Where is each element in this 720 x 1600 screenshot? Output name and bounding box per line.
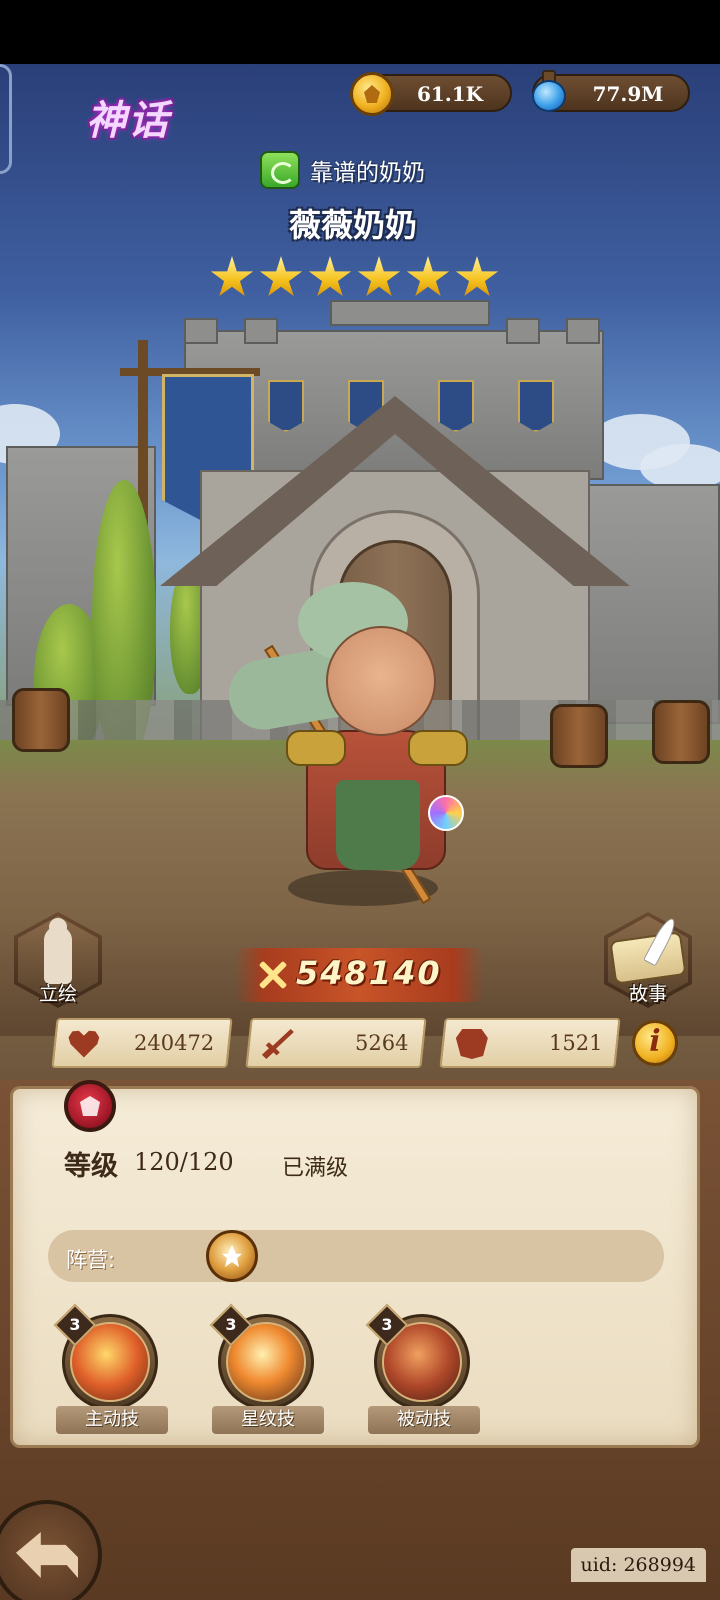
- left-edge-frame: [0, 64, 12, 174]
- portrait-icon: [44, 918, 72, 984]
- barrel: [550, 704, 608, 768]
- class-icon: [260, 151, 300, 189]
- star-icon: [406, 256, 450, 297]
- hero-head: [326, 626, 436, 736]
- star-icon: [455, 256, 499, 297]
- lollipop: [428, 795, 464, 831]
- wall-banner: [518, 380, 554, 432]
- uid-label: uid: 268994: [570, 1548, 706, 1582]
- info-button[interactable]: i: [632, 1020, 678, 1066]
- gold-coin-icon: [350, 72, 394, 116]
- star-icon: [308, 256, 352, 297]
- shield-icon: [456, 1029, 488, 1059]
- combat-power-value: 548140: [296, 954, 442, 992]
- hp-stat: 240472: [51, 1018, 233, 1068]
- defense-value: 1521: [548, 1031, 602, 1055]
- wall-banner: [438, 380, 474, 432]
- faction-badge-icon: [64, 1080, 116, 1132]
- star-icon: [357, 256, 401, 297]
- gold-value: 61.1K: [416, 82, 484, 106]
- attack-value: 5264: [354, 1031, 408, 1055]
- barrel: [652, 700, 710, 764]
- portrait-label: 立绘: [38, 983, 77, 1005]
- star-skill[interactable]: 3 星纹技: [209, 1303, 324, 1442]
- hero-figure[interactable]: [223, 580, 508, 920]
- camp-label: 阵营:: [66, 1248, 116, 1272]
- crossed-swords-icon: [256, 958, 290, 992]
- hp-value: 240472: [133, 1031, 214, 1055]
- camp-row: [48, 1230, 664, 1282]
- level-status: 已满级: [282, 1156, 349, 1181]
- story-label: 故事: [628, 983, 667, 1005]
- hero-name: 薇薇奶奶: [288, 206, 417, 244]
- active-skill[interactable]: 3 主动技: [53, 1303, 168, 1442]
- potion-icon: [530, 70, 570, 114]
- barrel: [12, 688, 70, 752]
- heart-icon: [68, 1029, 100, 1059]
- sword-icon: [262, 1029, 294, 1059]
- status-bar: [0, 0, 720, 64]
- rarity-label: 神话: [86, 97, 170, 144]
- star-rating: [210, 256, 499, 300]
- story-button[interactable]: 故事: [604, 912, 692, 1008]
- star-icon: [259, 256, 303, 297]
- skill-label: 被动技: [368, 1406, 480, 1434]
- camp-emblem-icon[interactable]: [206, 1230, 258, 1282]
- portrait-button[interactable]: 立绘: [14, 912, 102, 1008]
- skill-label: 星纹技: [212, 1406, 324, 1434]
- gold-counter[interactable]: 61.1K: [350, 72, 512, 116]
- level-value: 120/120: [134, 1148, 234, 1176]
- level-label: 等级: [64, 1151, 118, 1182]
- back-arrow-icon: [16, 1532, 78, 1578]
- potion-value: 77.9M: [592, 82, 664, 106]
- potion-counter[interactable]: 77.9M: [532, 70, 690, 112]
- class-name: 靠谱的奶奶: [310, 160, 425, 186]
- passive-skill[interactable]: 3 被动技: [365, 1303, 480, 1442]
- hero-class: 靠谱的奶奶: [260, 150, 425, 190]
- attack-stat: 5264: [245, 1018, 427, 1068]
- star-icon: [210, 256, 254, 297]
- combat-power: 548140: [234, 948, 484, 1002]
- skill-label: 主动技: [56, 1406, 168, 1434]
- defense-stat: 1521: [439, 1018, 621, 1068]
- info-icon: i: [649, 1024, 661, 1059]
- wall-banner: [268, 380, 304, 432]
